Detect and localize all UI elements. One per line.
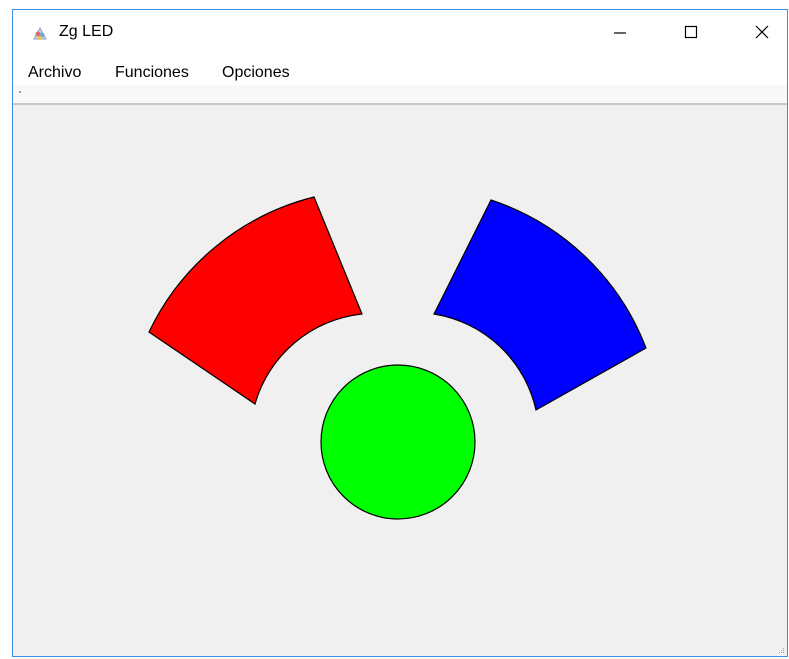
close-icon [755, 25, 769, 39]
minimize-button[interactable] [597, 10, 643, 55]
menu-bar: Archivo Funciones Opciones [13, 55, 787, 85]
minimize-icon [614, 32, 626, 34]
red-led-segment [148, 196, 363, 405]
window-title: Zg LED [59, 23, 114, 40]
menu-opciones[interactable]: Opciones [222, 64, 290, 82]
toolbar-strip [13, 85, 787, 105]
title-bar[interactable]: Zg LED [13, 10, 787, 55]
maximize-icon [684, 25, 698, 39]
app-icon [33, 26, 47, 41]
toolbar-grip [19, 91, 21, 93]
maximize-button[interactable] [668, 10, 714, 55]
menu-funciones[interactable]: Funciones [115, 64, 189, 82]
blue-led-segment [433, 199, 647, 411]
led-canvas [13, 105, 787, 656]
menu-archivo[interactable]: Archivo [28, 64, 81, 82]
resize-grip-icon[interactable] [777, 646, 785, 654]
app-window: Zg LED Archivo Funciones Opciones [12, 9, 788, 657]
close-button[interactable] [739, 10, 785, 55]
green-led-circle [320, 364, 476, 520]
